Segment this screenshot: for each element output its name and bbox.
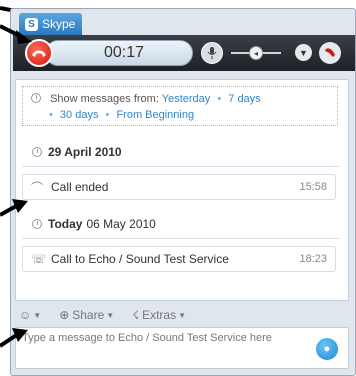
phone-icon: ☏ — [31, 252, 47, 266]
share-button[interactable]: ⊕ Share ▼ — [59, 308, 114, 322]
call-ended-event[interactable]: ⌒ Call ended 15:58 — [22, 174, 336, 200]
call-to-event[interactable]: ☏ Call to Echo / Sound Test Service 18:2… — [22, 246, 336, 272]
microphone-icon — [207, 47, 217, 59]
message-input[interactable] — [22, 332, 312, 344]
date-header: Today 06 May 2010 — [22, 214, 156, 234]
divider — [22, 166, 340, 167]
share-label: Share — [72, 308, 105, 322]
send-icon: ● — [323, 343, 331, 355]
filter-link-yesterday[interactable]: Yesterday — [162, 93, 211, 105]
filter-separator: • — [49, 109, 53, 121]
date-header-bold: 29 April 2010 — [48, 145, 122, 159]
clock-icon — [32, 147, 42, 157]
chevron-down-icon: ▼ — [178, 310, 187, 320]
speaker-icon: ◂ — [253, 48, 258, 58]
call-bar: 00:17 ◂ ▼ — [13, 35, 355, 71]
extras-label: Extras — [142, 308, 177, 322]
smiley-icon: ☺ — [19, 308, 32, 322]
chevron-down-icon: ▼ — [299, 47, 308, 58]
annotation-arrow-compose — [0, 328, 28, 348]
divider — [22, 238, 340, 239]
annotation-arrow-call — [0, 24, 32, 44]
end-call-button[interactable] — [319, 42, 341, 64]
date-header-rest: 06 May 2010 — [86, 217, 156, 231]
filter-separator: • — [217, 93, 222, 105]
phone-icon: ⌒ — [31, 180, 44, 195]
send-button[interactable]: ● — [316, 338, 338, 360]
date-header: 29 April 2010 — [22, 142, 126, 162]
event-time: 15:58 — [299, 181, 327, 193]
compose-toolbar: ☺ ▼ ⊕ Share ▼ ☇ Extras ▼ — [15, 305, 349, 325]
extras-icon: ☇ — [132, 308, 140, 322]
phone-end-icon — [325, 48, 335, 57]
annotation-arrow-history — [0, 199, 28, 217]
filter-separator: • — [105, 109, 110, 121]
date-header-bold: Today — [48, 217, 83, 231]
call-timer: 00:17 — [45, 40, 193, 66]
call-menu-button[interactable]: ▼ — [295, 44, 312, 61]
filter-link-7-days[interactable]: 7 days — [228, 93, 260, 105]
event-time: 18:23 — [299, 253, 327, 265]
clock-icon — [31, 93, 41, 103]
show-from-label: Show messages from: — [50, 93, 159, 105]
clock-icon — [32, 219, 42, 229]
share-icon: ⊕ — [59, 308, 70, 322]
volume-slider-knob[interactable]: ◂ — [249, 46, 263, 60]
chat-history[interactable]: Show messages from: Yesterday • 7 days •… — [15, 79, 349, 301]
filter-link-30-days[interactable]: 30 days — [60, 109, 99, 121]
filter-link-from-beginning[interactable]: From Beginning — [116, 109, 194, 121]
message-history-filter: Show messages from: Yesterday • 7 days •… — [22, 86, 338, 126]
event-text: Call to Echo / Sound Test Service — [51, 252, 229, 266]
tab-label: Skype — [42, 17, 76, 31]
event-text: Call ended — [51, 180, 109, 194]
call-timer-text: 00:17 — [103, 44, 145, 61]
chevron-down-icon: ▼ — [106, 310, 115, 320]
emoticon-button[interactable]: ☺ ▼ — [19, 308, 41, 322]
message-compose-area[interactable]: ● — [15, 327, 349, 369]
microphone-button[interactable] — [201, 42, 223, 64]
extras-button[interactable]: ☇ Extras ▼ — [132, 308, 186, 322]
skype-window: S Skype 00:17 ◂ ▼ Show messages from: Ye… — [10, 8, 356, 376]
chevron-down-icon: ▼ — [33, 310, 42, 320]
